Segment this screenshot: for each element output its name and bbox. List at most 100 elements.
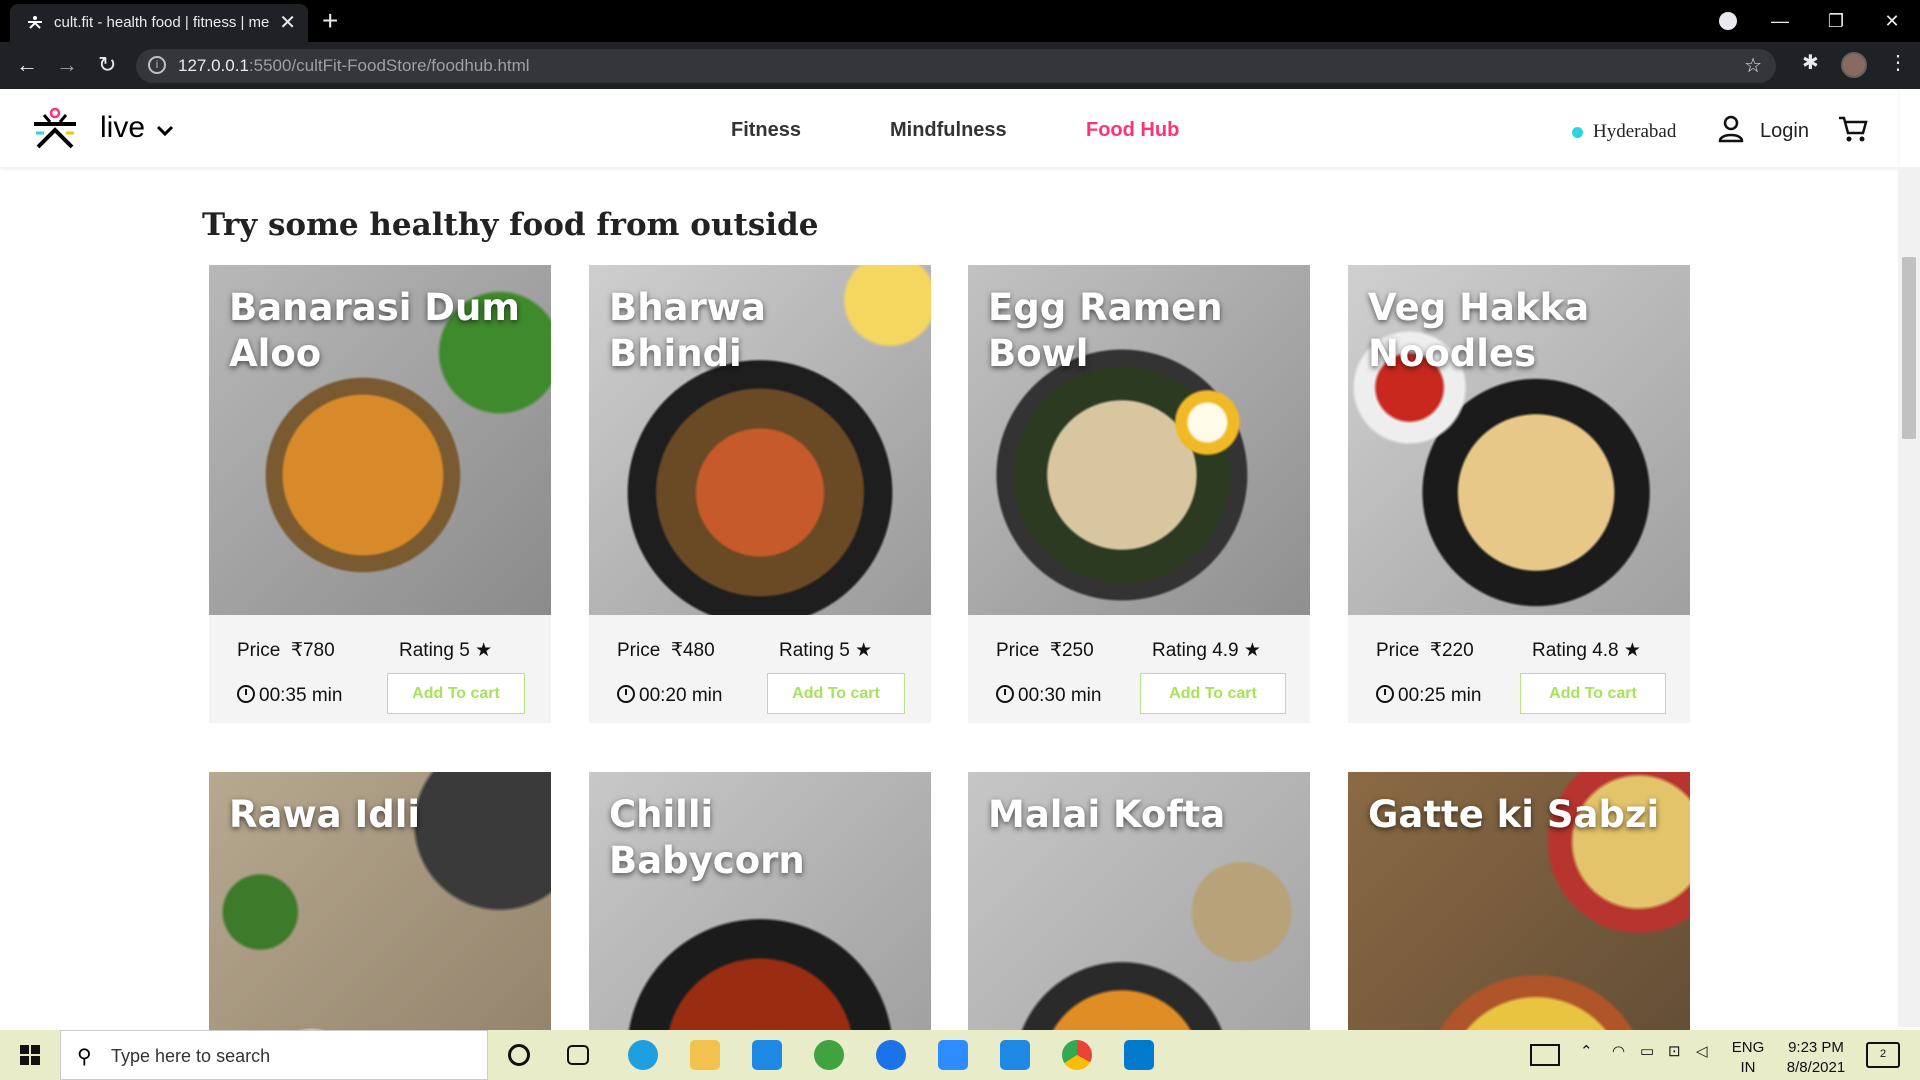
add-to-cart-button[interactable]: Add To cart <box>767 673 905 714</box>
minimize-window-icon[interactable]: — <box>1752 11 1808 32</box>
food-card: Rawa Idli <box>209 772 551 1030</box>
keyboard-icon[interactable] <box>1530 1044 1560 1066</box>
user-icon[interactable] <box>1718 115 1744 143</box>
add-to-cart-button[interactable]: Add To cart <box>1140 673 1286 714</box>
profile-avatar[interactable] <box>1841 52 1867 78</box>
food-image[interactable]: Chilli Babycorn <box>589 772 931 1030</box>
price-text: Price ₹220 <box>1376 640 1474 661</box>
add-to-cart-button[interactable]: Add To cart <box>387 673 525 714</box>
task-view-icon[interactable] <box>567 1045 589 1065</box>
edge-icon[interactable] <box>628 1040 658 1070</box>
close-tab-icon[interactable]: ✕ <box>279 10 296 35</box>
site-info-icon[interactable]: i <box>148 56 166 74</box>
rating-text: Rating 5 ★ <box>779 640 873 661</box>
star-icon: ★ <box>475 640 493 661</box>
chevron-down-icon[interactable] <box>156 125 174 137</box>
clock-icon <box>237 685 255 703</box>
new-tab-button[interactable]: + <box>322 4 338 38</box>
dish-name: Gatte ki Sabzi <box>1368 793 1660 836</box>
url-path: :5500/cultFit-FoodStore/foodhub.html <box>248 56 530 75</box>
volume-icon[interactable]: ◁ <box>1696 1042 1708 1062</box>
food-card: Malai Kofta <box>968 772 1310 1030</box>
food-image[interactable]: Banarasi Dum Aloo <box>209 265 551 615</box>
windows-taskbar: ⚲ Type here to search ⌃ ◠ ▭ ⊡ ◁ ENG IN 9:… <box>0 1030 1920 1080</box>
back-arrow-icon[interactable]: ← <box>16 52 38 78</box>
network-icon[interactable]: ⊡ <box>1668 1042 1681 1062</box>
location-dot-icon <box>1572 127 1583 138</box>
price-text: Price ₹250 <box>996 640 1094 661</box>
notification-count: 2 <box>1879 1048 1887 1060</box>
browser-tab[interactable]: cult.fit - health food | fitness | me ✕ <box>10 4 308 42</box>
restore-window-icon[interactable]: ❐ <box>1808 11 1864 32</box>
browser-tab-strip: cult.fit - health food | fitness | me ✕ … <box>0 0 1920 42</box>
wifi-icon[interactable]: ◠ <box>1612 1042 1625 1062</box>
food-card: Egg Ramen Bowl Price ₹250 Rating 4.9 ★ 0… <box>968 265 1310 723</box>
search-icon: ⚲ <box>77 1046 92 1068</box>
clock-icon <box>996 685 1014 703</box>
food-card: Chilli Babycorn <box>589 772 931 1030</box>
food-card: Banarasi Dum Aloo Price ₹780 Rating 5 ★ … <box>209 265 551 723</box>
file-explorer-icon[interactable] <box>690 1040 720 1070</box>
price-text: Price ₹780 <box>237 640 335 661</box>
cultfit-logo-icon[interactable] <box>30 103 80 153</box>
reload-icon[interactable]: ↻ <box>98 52 116 78</box>
clock[interactable]: 9:23 PM 8/8/2021 <box>1776 1038 1856 1078</box>
nav-fitness[interactable]: Fitness <box>731 119 801 142</box>
address-bar: ← → ↻ i 127.0.0.1:5500/cultFit-FoodStore… <box>0 42 1920 89</box>
food-card: Bharwa Bhindi Price ₹480 Rating 5 ★ 00:2… <box>589 265 931 723</box>
dish-name: Rawa Idli <box>229 793 421 836</box>
food-image[interactable]: Egg Ramen Bowl <box>968 265 1310 615</box>
tab-title: cult.fit - health food | fitness | me <box>54 14 270 31</box>
maps-icon[interactable] <box>876 1040 906 1070</box>
section-title: Try some healthy food from outside <box>202 207 819 243</box>
food-image[interactable]: Rawa Idli <box>209 772 551 1030</box>
browser-menu-icon[interactable]: ⋮ <box>1888 50 1908 75</box>
rating-text: Rating 4.8 ★ <box>1532 640 1641 661</box>
prep-time: 00:20 min <box>617 685 722 707</box>
windows-start-icon[interactable] <box>20 1045 40 1065</box>
prep-time: 00:35 min <box>237 685 342 707</box>
chrome-icon[interactable] <box>1062 1040 1092 1070</box>
food-image[interactable]: Gatte ki Sabzi <box>1348 772 1690 1030</box>
nav-food-hub[interactable]: Food Hub <box>1086 119 1179 142</box>
site-header: live Fitness Mindfulness Food Hub Hydera… <box>0 89 1898 167</box>
dish-name: Egg Ramen Bowl <box>988 286 1223 375</box>
food-image[interactable]: Bharwa Bhindi <box>589 265 931 615</box>
cultfit-favicon-icon <box>28 16 42 29</box>
cart-icon[interactable] <box>1838 115 1868 143</box>
food-card: Veg Hakka Noodles Price ₹220 Rating 4.8 … <box>1348 265 1690 723</box>
language-indicator[interactable]: ENG IN <box>1730 1038 1766 1078</box>
url-input[interactable]: i 127.0.0.1:5500/cultFit-FoodStore/foodh… <box>136 49 1776 83</box>
profile-indicator-icon[interactable] <box>1719 12 1737 30</box>
zoom-icon[interactable] <box>938 1040 968 1070</box>
dish-name: Bharwa Bhindi <box>609 286 766 375</box>
nav-mindfulness[interactable]: Mindfulness <box>890 119 1007 142</box>
food-image[interactable]: Veg Hakka Noodles <box>1348 265 1690 615</box>
extensions-puzzle-icon[interactable]: ✱ <box>1802 50 1819 75</box>
tray-chevron-up-icon[interactable]: ⌃ <box>1580 1042 1593 1062</box>
page-scrollbar-thumb[interactable] <box>1902 257 1916 439</box>
star-icon: ★ <box>1243 640 1261 661</box>
food-image[interactable]: Malai Kofta <box>968 772 1310 1030</box>
cortana-icon[interactable] <box>508 1044 530 1066</box>
prep-time: 00:30 min <box>996 685 1101 707</box>
dish-name: Banarasi Dum Aloo <box>229 286 520 375</box>
login-link[interactable]: Login <box>1760 120 1809 143</box>
forward-arrow-icon[interactable]: → <box>56 52 78 78</box>
bookmark-star-icon[interactable]: ☆ <box>1744 53 1762 78</box>
url-host: 127.0.0.1 <box>178 56 249 75</box>
writer-icon[interactable] <box>1000 1040 1030 1070</box>
notification-center-icon[interactable]: 2 <box>1866 1042 1900 1068</box>
brand-live-label[interactable]: live <box>100 111 145 145</box>
dish-name: Malai Kofta <box>988 793 1226 836</box>
battery-icon[interactable]: ▭ <box>1640 1042 1654 1062</box>
clock-icon <box>617 685 635 703</box>
l-app-icon[interactable] <box>752 1040 782 1070</box>
green-app-icon[interactable] <box>814 1040 844 1070</box>
vscode-icon[interactable] <box>1124 1040 1154 1070</box>
city-selector[interactable]: Hyderabad <box>1593 121 1676 143</box>
taskbar-search-input[interactable]: ⚲ Type here to search <box>60 1030 488 1080</box>
add-to-cart-button[interactable]: Add To cart <box>1520 673 1666 714</box>
prep-time: 00:25 min <box>1376 685 1481 707</box>
close-window-icon[interactable]: ✕ <box>1864 11 1920 32</box>
